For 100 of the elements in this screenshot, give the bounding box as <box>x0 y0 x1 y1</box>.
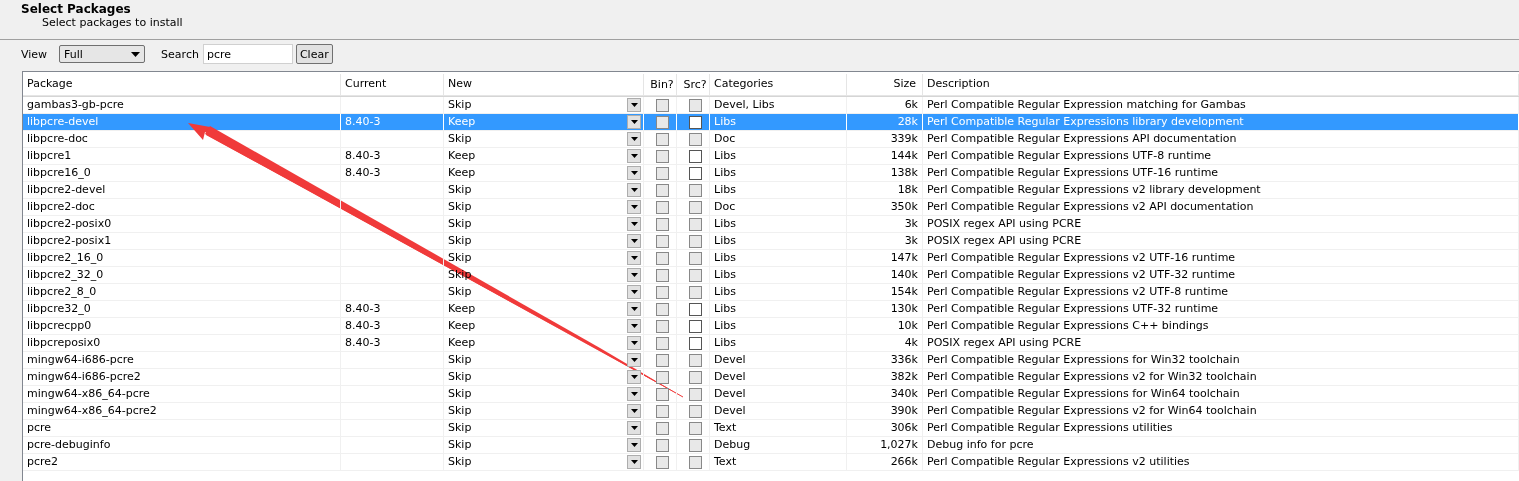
checkbox[interactable] <box>688 319 702 333</box>
checkbox[interactable] <box>655 285 669 299</box>
dropdown-button[interactable] <box>627 302 641 316</box>
dropdown-button[interactable] <box>627 438 641 452</box>
table-cell: libpcreposix0 <box>23 335 341 351</box>
page-title: Select Packages <box>21 2 132 16</box>
dropdown-button[interactable] <box>627 421 641 435</box>
package-row[interactable]: libpcreposix0 8.40-3 Keep Libs 4k POSIX regex API using PCRE <box>23 335 1519 352</box>
dropdown-button[interactable] <box>627 98 641 112</box>
package-row[interactable]: mingw64-x86_64-pcre2 Skip Devel 390k Perl Compatible Regular Expressions v2 for Win64 toolchain <box>23 403 1519 420</box>
checkbox[interactable] <box>655 421 669 435</box>
package-row[interactable]: libpcre2-posix1 Skip Libs 3k POSIX regex API using PCRE <box>23 233 1519 250</box>
checkbox[interactable] <box>688 115 702 129</box>
checkbox[interactable] <box>655 200 669 214</box>
package-row[interactable]: mingw64-i686-pcre Skip Devel 336k Perl Compatible Regular Expressions for Win32 toolchain <box>23 352 1519 369</box>
checkbox[interactable] <box>655 183 669 197</box>
package-row[interactable]: libpcre2_16_0 Skip Libs 147k Perl Compatible Regular Expressions v2 UTF-16 runtime <box>23 250 1519 267</box>
column-header[interactable]: Current <box>341 74 444 96</box>
column-header[interactable]: Package <box>23 74 341 96</box>
table-cell: 154k <box>847 284 923 300</box>
dropdown-button[interactable] <box>627 234 641 248</box>
table-cell: 144k <box>847 148 923 164</box>
table-cell: mingw64-x86_64-pcre <box>23 386 341 402</box>
checkbox[interactable] <box>655 302 669 316</box>
checkbox[interactable] <box>655 98 669 112</box>
table-cell: 28k <box>847 114 923 130</box>
checkbox[interactable] <box>655 336 669 350</box>
dropdown-button[interactable] <box>627 251 641 265</box>
table-cell: 390k <box>847 403 923 419</box>
caret-icon <box>630 171 638 175</box>
checkbox[interactable] <box>655 455 669 469</box>
dropdown-button[interactable] <box>627 319 641 333</box>
column-header[interactable]: Src? <box>677 74 710 96</box>
column-header[interactable]: Size <box>847 74 923 96</box>
caret-icon <box>630 409 638 413</box>
checkbox[interactable] <box>688 336 702 350</box>
table-cell: 8.40-3 <box>341 165 444 181</box>
checkbox[interactable] <box>655 115 669 129</box>
table-cell: Skip <box>448 199 472 215</box>
dropdown-button[interactable] <box>627 115 641 129</box>
table-cell: 130k <box>847 301 923 317</box>
package-row[interactable]: pcre Skip Text 306k Perl Compatible Regular Expressions utilities <box>23 420 1519 437</box>
dropdown-button[interactable] <box>627 455 641 469</box>
package-row[interactable]: libpcrecpp0 8.40-3 Keep Libs 10k Perl Compatible Regular Expressions C++ bindings <box>23 318 1519 335</box>
package-row[interactable]: pcre2 Skip Text 266k Perl Compatible Regular Expressions v2 utilities <box>23 454 1519 471</box>
dropdown-button[interactable] <box>627 387 641 401</box>
package-row[interactable]: libpcre2_8_0 Skip Libs 154k Perl Compatible Regular Expressions v2 UTF-8 runtime <box>23 284 1519 301</box>
search-label: Search <box>161 47 199 61</box>
table-cell: POSIX regex API using PCRE <box>923 233 1519 249</box>
checkbox[interactable] <box>655 404 669 418</box>
caret-icon <box>630 256 638 260</box>
package-row[interactable]: mingw64-x86_64-pcre Skip Devel 340k Perl Compatible Regular Expressions for Win64 toolchain <box>23 386 1519 403</box>
dropdown-button[interactable] <box>627 336 641 350</box>
checkbox[interactable] <box>655 438 669 452</box>
checkbox[interactable] <box>655 353 669 367</box>
checkbox[interactable] <box>655 251 669 265</box>
table-cell: POSIX regex API using PCRE <box>923 216 1519 232</box>
search-field[interactable]: pcre <box>202 44 293 64</box>
dropdown-button[interactable] <box>627 268 641 282</box>
clear-button[interactable]: Clear <box>295 44 333 64</box>
package-row[interactable]: libpcre32_0 8.40-3 Keep Libs 130k Perl Compatible Regular Expressions UTF-32 runtime <box>23 301 1519 318</box>
column-header[interactable]: Description <box>923 74 1519 96</box>
page-subtitle: Select packages to install <box>41 16 184 30</box>
dropdown-button[interactable] <box>627 404 641 418</box>
checkbox[interactable] <box>655 268 669 282</box>
view-dropdown[interactable]: Full <box>59 45 146 63</box>
column-header[interactable]: Categories <box>710 74 847 96</box>
column-header[interactable]: Bin? <box>644 74 677 96</box>
dropdown-button[interactable] <box>627 149 641 163</box>
table-cell: Libs <box>710 301 847 317</box>
table-cell: 1,027k <box>847 437 923 453</box>
table-cell: Perl Compatible Regular Expressions C++ bindings <box>923 318 1519 334</box>
table-cell: Perl Compatible Regular Expressions utilities <box>923 420 1519 436</box>
table-cell: 339k <box>847 131 923 147</box>
checkbox[interactable] <box>655 234 669 248</box>
dropdown-button[interactable] <box>627 166 641 180</box>
dropdown-button[interactable] <box>627 200 641 214</box>
checkbox[interactable] <box>655 132 669 146</box>
checkbox[interactable] <box>655 370 669 384</box>
table-cell: Perl Compatible Regular Expressions UTF-32 runtime <box>923 301 1519 317</box>
column-header[interactable]: New <box>444 74 644 96</box>
dropdown-button[interactable] <box>627 353 641 367</box>
checkbox[interactable] <box>655 149 669 163</box>
package-row[interactable]: mingw64-i686-pcre2 Skip Devel 382k Perl Compatible Regular Expressions v2 for Win32 toolchain <box>23 369 1519 386</box>
dropdown-button[interactable] <box>627 183 641 197</box>
dropdown-button[interactable] <box>627 217 641 231</box>
dropdown-button[interactable] <box>627 370 641 384</box>
table-cell: Libs <box>710 318 847 334</box>
checkbox[interactable] <box>655 217 669 231</box>
table-cell: Skip <box>448 386 472 402</box>
checkbox[interactable] <box>688 166 702 180</box>
package-row[interactable]: pcre-debuginfo Skip Debug 1,027k Debug info for pcre <box>23 437 1519 454</box>
caret-icon <box>630 290 638 294</box>
dropdown-button[interactable] <box>627 285 641 299</box>
dropdown-button[interactable] <box>627 132 641 146</box>
checkbox[interactable] <box>688 302 702 316</box>
checkbox[interactable] <box>655 319 669 333</box>
checkbox[interactable] <box>655 387 669 401</box>
checkbox[interactable] <box>655 166 669 180</box>
checkbox[interactable] <box>688 149 702 163</box>
